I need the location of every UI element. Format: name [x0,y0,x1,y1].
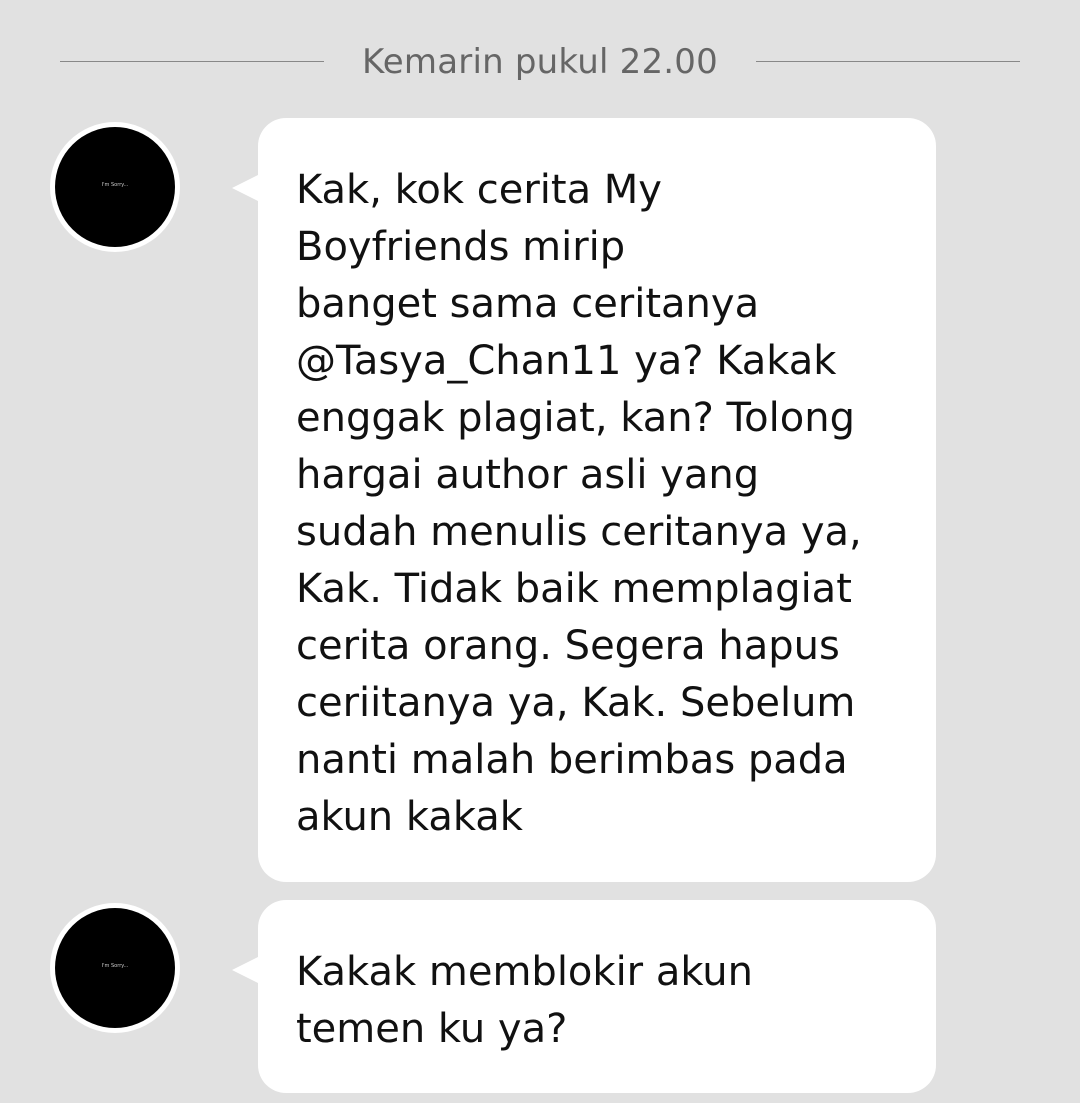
bubble-tail [232,956,260,984]
bubble-tail [232,174,260,202]
message-item: I'm Sorry... Kak, kok cerita My Boyfrien… [0,118,1080,882]
divider-line-left [60,61,324,62]
avatar-image: I'm Sorry... [55,127,175,247]
date-divider-label: Kemarin pukul 22.00 [362,42,718,82]
message-text: Kakak memblokir akun temen ku ya? [296,949,753,1052]
date-divider: Kemarin pukul 22.00 [0,30,1080,94]
message-text: Kak, kok cerita My Boyfriends mirip bang… [296,167,862,840]
message-bubble[interactable]: Kakak memblokir akun temen ku ya? [258,900,936,1093]
message-bubble[interactable]: Kak, kok cerita My Boyfriends mirip bang… [258,118,936,882]
divider-line-right [756,61,1020,62]
avatar[interactable]: I'm Sorry... [50,122,180,252]
avatar[interactable]: I'm Sorry... [50,903,180,1033]
avatar-caption: I'm Sorry... [101,963,129,969]
message-item: I'm Sorry... Kakak memblokir akun temen … [0,900,1080,1093]
avatar-caption: I'm Sorry... [101,182,129,188]
avatar-image: I'm Sorry... [55,908,175,1028]
